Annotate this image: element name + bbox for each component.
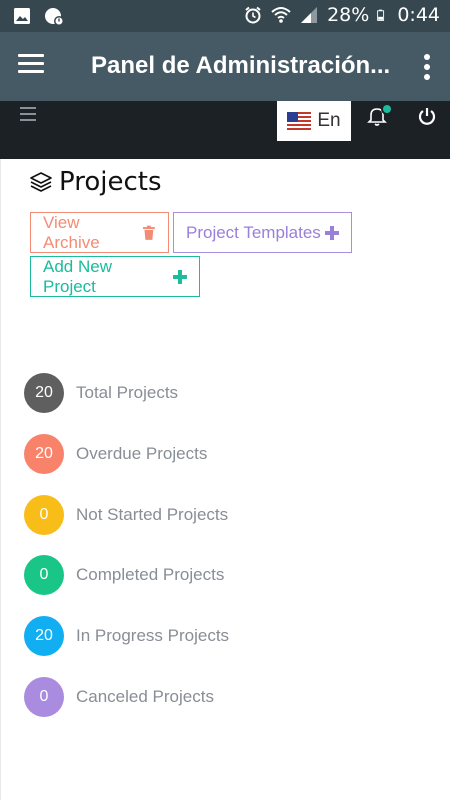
app-title: Panel de Administración... <box>91 52 391 79</box>
signal-icon <box>301 7 318 23</box>
stat-count: 0 <box>24 677 64 717</box>
page-title: Projects <box>29 167 162 197</box>
clock: 0:44 <box>397 4 440 26</box>
stat-label: Completed Projects <box>76 565 225 584</box>
status-bar: 28% 0:44 <box>0 0 450 32</box>
web-header: En <box>0 101 450 159</box>
add-new-project-button[interactable]: Add New Project <box>30 256 200 297</box>
alarm-icon <box>245 6 261 24</box>
us-flag-icon <box>287 112 312 130</box>
battery-percent: 28% <box>327 4 370 26</box>
stat-count: 20 <box>24 434 64 474</box>
battery-icon <box>377 9 385 21</box>
stat-count: 0 <box>24 495 64 535</box>
app-bar: Panel de Administración... <box>0 32 450 101</box>
stat-overdue-projects: 20 Overdue Projects <box>24 434 207 474</box>
project-templates-label: Project Templates <box>186 222 321 242</box>
trash-icon <box>143 225 156 240</box>
power-icon[interactable] <box>417 106 437 126</box>
stat-label: In Progress Projects <box>76 626 230 645</box>
layers-icon <box>30 172 52 192</box>
project-templates-button[interactable]: Project Templates <box>173 212 352 253</box>
stat-in-progress-projects: 20 In Progress Projects <box>24 616 229 656</box>
language-label: En <box>317 110 341 131</box>
stat-label: Not Started Projects <box>76 505 229 524</box>
stat-label: Total Projects <box>76 383 179 402</box>
stat-count: 20 <box>24 373 64 413</box>
page-title-text: Projects <box>59 167 162 197</box>
add-new-project-label: Add New Project <box>43 256 112 296</box>
image-icon <box>14 8 30 24</box>
stat-not-started-projects: 0 Not Started Projects <box>24 495 228 535</box>
alert-icon <box>45 8 64 26</box>
stat-label: Canceled Projects <box>76 687 214 706</box>
menu-icon[interactable] <box>18 54 44 76</box>
stat-completed-projects: 0 Completed Projects <box>24 555 224 595</box>
notification-dot <box>381 103 393 115</box>
main-content: Projects View Archive Project Templates … <box>0 159 450 800</box>
view-archive-label: View Archive <box>43 212 100 252</box>
plus-icon <box>324 225 339 240</box>
stat-total-projects: 20 Total Projects <box>24 373 178 413</box>
stat-label: Overdue Projects <box>76 444 208 463</box>
stat-count: 0 <box>24 555 64 595</box>
more-icon[interactable] <box>424 54 430 84</box>
stat-count: 20 <box>24 616 64 656</box>
stat-canceled-projects: 0 Canceled Projects <box>24 677 214 717</box>
wifi-icon <box>271 7 291 23</box>
plus-icon <box>173 269 187 284</box>
view-archive-button[interactable]: View Archive <box>30 212 169 253</box>
sidebar-toggle-icon[interactable] <box>20 107 36 125</box>
language-selector[interactable]: En <box>277 101 351 141</box>
notifications-button[interactable] <box>366 103 393 127</box>
